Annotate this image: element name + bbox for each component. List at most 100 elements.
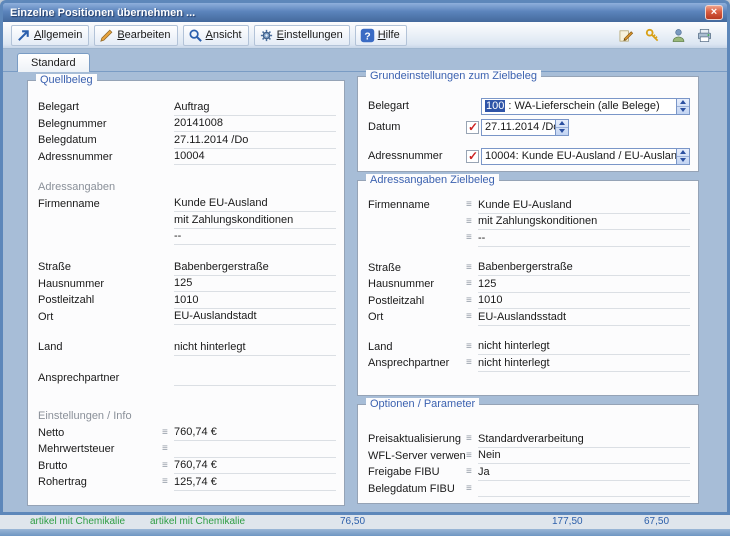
dialog-window: Einzelne Positionen übernehmen ... × All… (0, 0, 730, 515)
group-title-quellbeleg: Quellbeleg (36, 74, 97, 87)
sign-icon (619, 28, 634, 43)
field-row: ≡mit Zahlungskonditionen (368, 214, 690, 231)
equals-icon: ≡ (466, 434, 478, 444)
spin-down-icon[interactable] (556, 128, 568, 135)
arrow-icon (16, 28, 31, 43)
field-row: Netto≡760,74 € (38, 425, 336, 442)
equals-icon: ≡ (466, 233, 478, 243)
belegart-combobox[interactable]: 100 : WA-Lieferschein (alle Belege) (481, 98, 690, 115)
field-label: Adressnummer (38, 151, 162, 163)
field-value: 27.11.2014 /Do (174, 132, 336, 149)
background-bottom-bar (0, 529, 730, 536)
view-icon (188, 28, 203, 43)
adressnummer-combobox[interactable]: 10004: Kunde EU-Ausland / EU-Auslandssta… (481, 148, 690, 165)
toolbar-button-label: Einstellungen (277, 29, 343, 41)
tab-standard[interactable]: Standard (17, 53, 90, 72)
spin-up-icon[interactable] (556, 120, 568, 128)
toolbar-button-einstellungen[interactable]: Einstellungen (254, 25, 350, 46)
field-value: EU-Auslandsstadt (478, 309, 690, 326)
field-value: mit Zahlungskonditionen (174, 212, 336, 229)
field-value: -- (478, 230, 690, 247)
row-spacer (38, 356, 336, 370)
field-label: Adressnummer (368, 150, 466, 162)
field-row: Belegdatum27.11.2014 /Do (38, 132, 336, 149)
toolbar-button-sign-icon[interactable] (615, 25, 638, 46)
field-label: Preisaktualisierung (368, 433, 466, 445)
field-row: Landnicht hinterlegt (38, 339, 336, 356)
svg-text:?: ? (364, 31, 370, 42)
datum-value: 27.11.2014 /Do (485, 121, 555, 133)
field-value: EU-Auslandstadt (174, 309, 336, 326)
adressnummer-checkbox[interactable] (466, 150, 479, 163)
field-value (478, 481, 690, 498)
field-row: Preisaktualisierung≡Standardverarbeitung (368, 431, 690, 448)
field-row: Straße≡Babenbergerstraße (368, 260, 690, 277)
toolbar-button-key-icon[interactable] (641, 25, 664, 46)
field-value: nicht hinterlegt (478, 339, 690, 356)
field-value: Auftrag (174, 99, 336, 116)
field-value: 125,74 € (174, 474, 336, 491)
field-label: Netto (38, 427, 162, 439)
spin-down-icon[interactable] (677, 157, 689, 164)
toolbar-button-ansicht[interactable]: Ansicht (183, 25, 249, 46)
datum-spinner[interactable] (555, 120, 568, 135)
field-value: 760,74 € (174, 458, 336, 475)
toolbar-button-hilfe[interactable]: ? Hilfe (355, 25, 407, 46)
titlebar[interactable]: Einzelne Positionen übernehmen ... × (3, 3, 727, 22)
belegart-spinner[interactable] (676, 99, 689, 114)
spin-up-icon[interactable] (677, 149, 689, 157)
field-value: 125 (478, 276, 690, 293)
toolbar-button-printer-icon[interactable] (693, 25, 716, 46)
window-title: Einzelne Positionen übernehmen ... (10, 7, 705, 19)
background-text-fragment: 177,50 (552, 516, 583, 527)
content-area: Quellbeleg BelegartAuftragBelegnummer201… (3, 71, 727, 512)
row-spacer (38, 245, 336, 259)
row-spacer (38, 165, 336, 179)
field-label: Freigabe FIBU (368, 466, 466, 478)
background-text-fragment: 76,50 (340, 516, 365, 527)
toolbar-button-label: Bearbeiten (117, 29, 170, 41)
toolbar-button-bearbeiten[interactable]: Bearbeiten (94, 25, 177, 46)
key-icon (645, 28, 660, 43)
field-value: nicht hinterlegt (174, 339, 336, 356)
combobox-selected-text: 100 (485, 100, 505, 112)
toolbar-button-user-icon[interactable] (667, 25, 690, 46)
field-label: Straße (38, 261, 162, 273)
group-grundeinstellungen: Grundeinstellungen zum Zielbeleg Belegar… (357, 76, 699, 172)
field-row: Brutto≡760,74 € (38, 458, 336, 475)
close-button[interactable]: × (705, 5, 723, 20)
datum-field[interactable]: 27.11.2014 /Do (481, 119, 569, 136)
equals-icon: ≡ (162, 461, 174, 471)
equals-icon: ≡ (466, 296, 478, 306)
background-text-fragment: artikel mit Chemikalie (150, 516, 245, 527)
field-row: Land≡nicht hinterlegt (368, 339, 690, 356)
datum-checkbox[interactable] (466, 121, 479, 134)
field-value: -- (174, 229, 336, 246)
spin-up-icon[interactable] (677, 99, 689, 107)
section-label-row: Einstellungen / Info (38, 408, 336, 425)
field-label: Mehrwertsteuer (38, 443, 162, 455)
field-label: Belegart (368, 100, 466, 112)
field-row: Firmenname≡Kunde EU-Ausland (368, 197, 690, 214)
printer-icon (697, 28, 712, 43)
group-quellbeleg: Quellbeleg BelegartAuftragBelegnummer201… (27, 80, 345, 506)
field-label: Firmenname (368, 199, 466, 211)
field-label: Ansprechpartner (368, 357, 466, 369)
spin-down-icon[interactable] (677, 107, 689, 114)
field-label: Postleitzahl (38, 294, 162, 306)
toolbar-button-label: Hilfe (378, 29, 400, 41)
adressnummer-spinner[interactable] (676, 149, 689, 164)
section-label: Einstellungen / Info (38, 410, 336, 422)
toolbar-button-allgemein[interactable]: Allgemein (11, 25, 89, 46)
field-row: mit Zahlungskonditionen (38, 212, 336, 229)
background-text-fragment: artikel mit Chemikalie (30, 516, 125, 527)
tab-strip: Standard (3, 49, 727, 71)
field-value: 1010 (174, 292, 336, 309)
field-value: 1010 (478, 293, 690, 310)
pencil-icon (99, 28, 114, 43)
datum-row: Datum 27.11.2014 /Do (368, 118, 690, 136)
field-row: Freigabe FIBU≡Ja (368, 464, 690, 481)
equals-icon: ≡ (162, 444, 174, 454)
group-adressangaben-zielbeleg: Adressangaben Zielbeleg Firmenname≡Kunde… (357, 180, 699, 396)
field-value: 125 (174, 276, 336, 293)
